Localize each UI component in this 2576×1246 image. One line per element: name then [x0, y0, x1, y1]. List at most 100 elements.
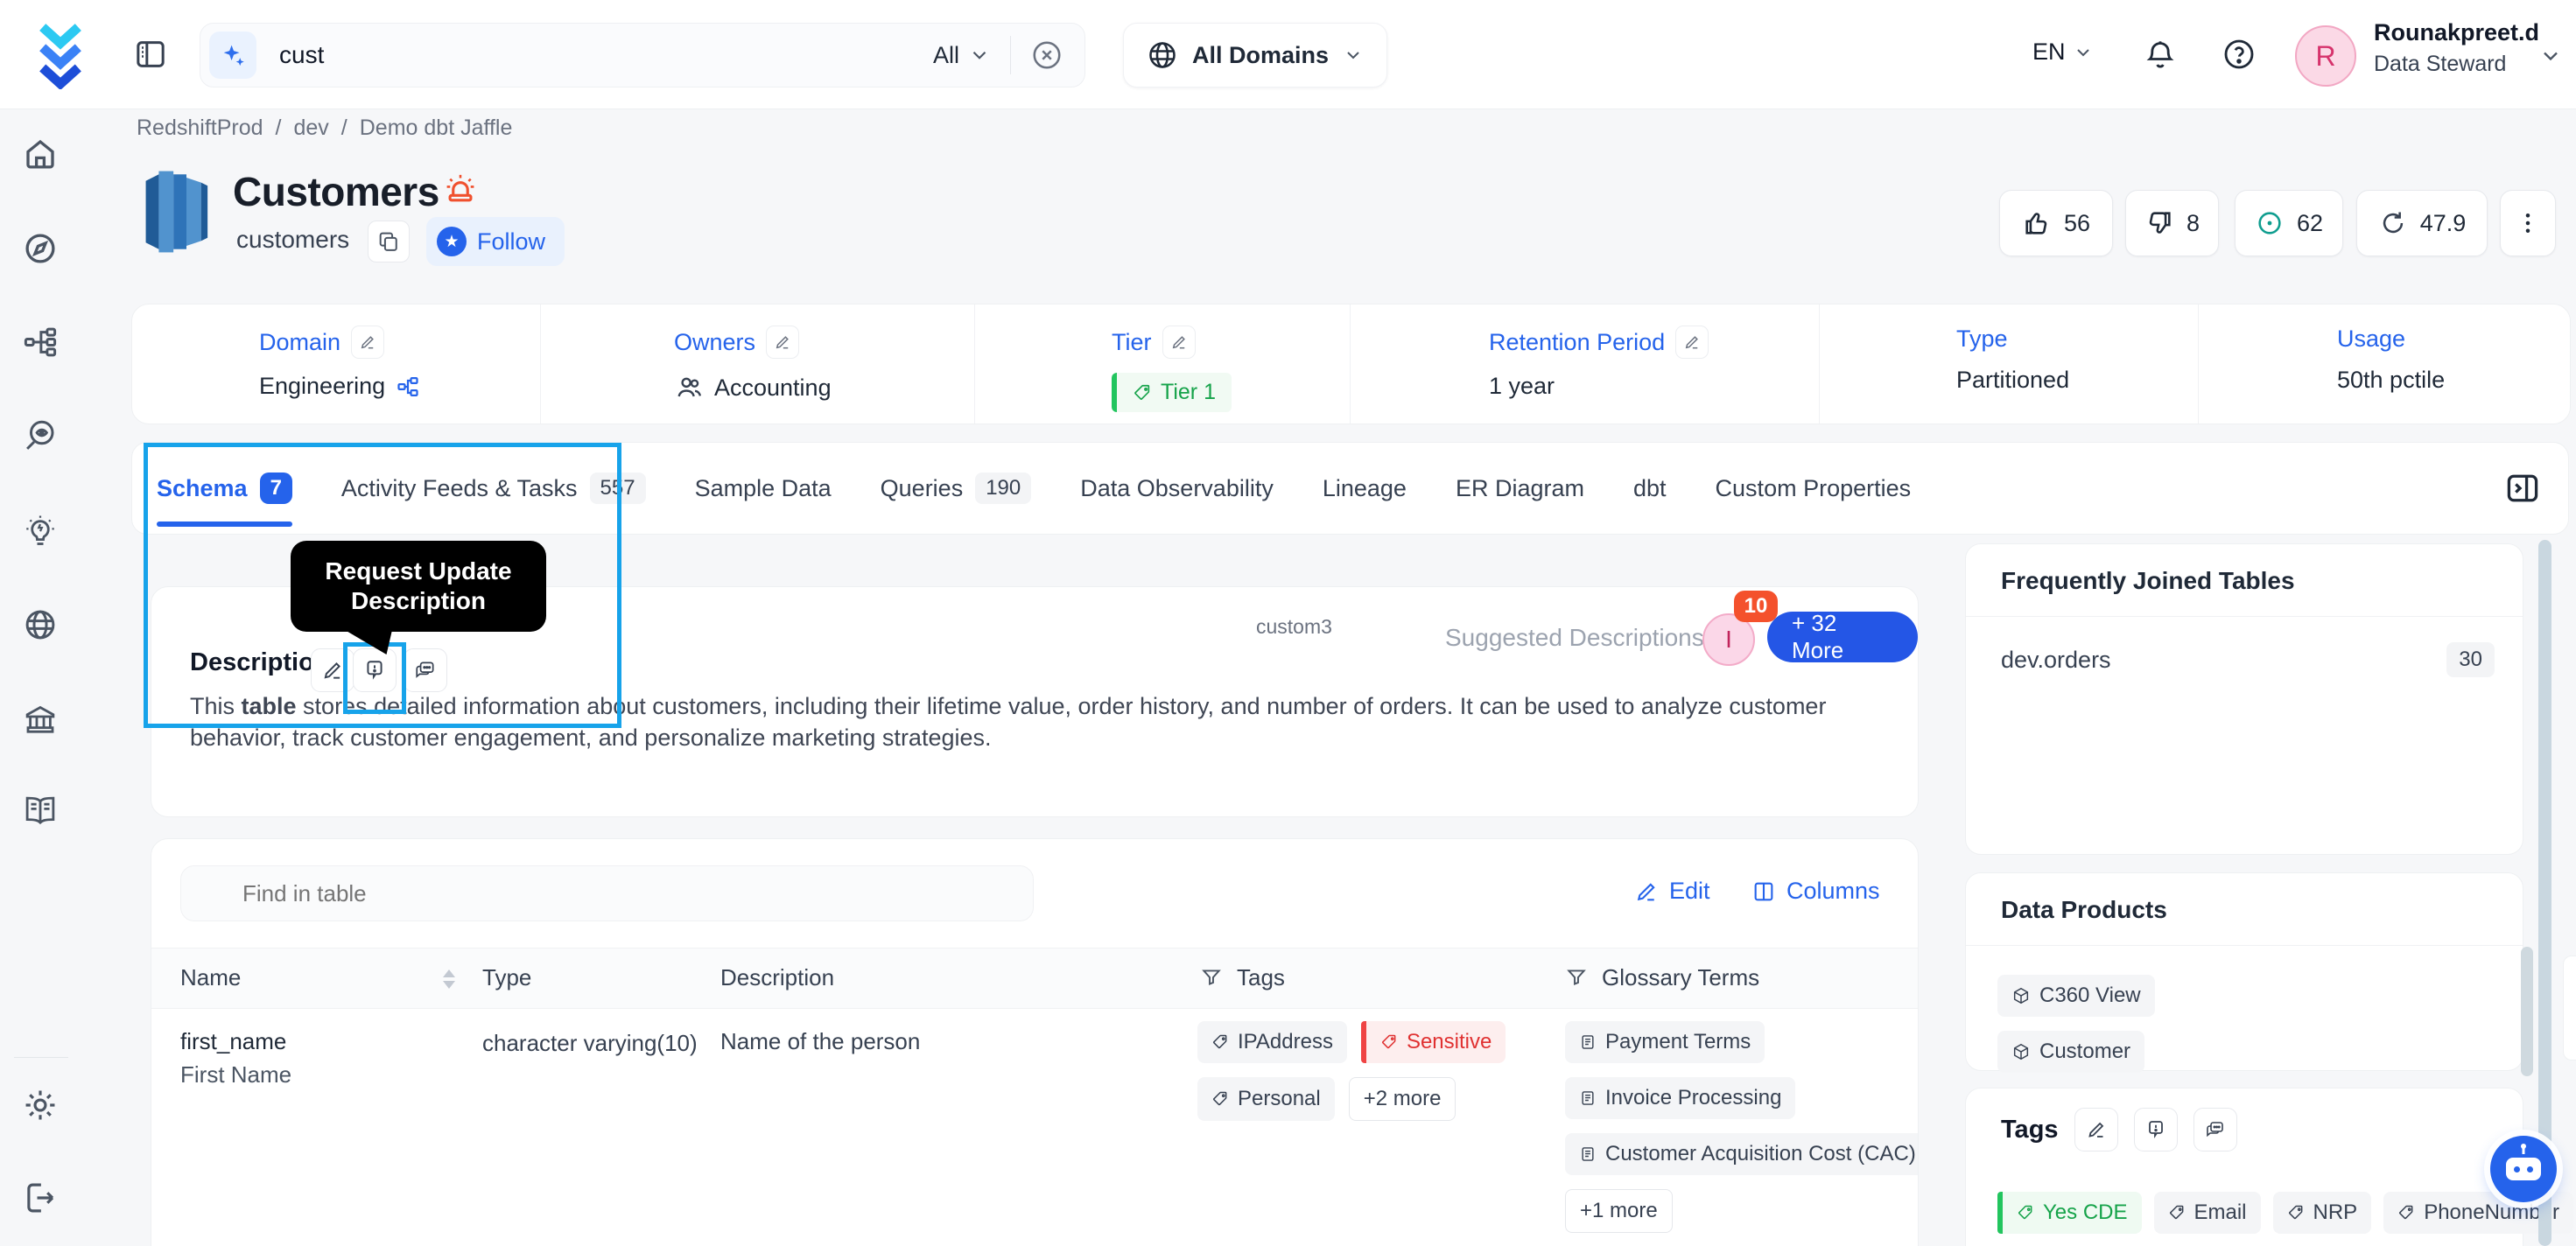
panel-scrollbar[interactable] — [2521, 947, 2533, 1076]
header-description[interactable]: Description — [720, 964, 834, 991]
tag-pill[interactable]: IPAddress — [1197, 1021, 1347, 1063]
copy-name-button[interactable] — [368, 220, 410, 262]
glossary-term-pill[interactable]: Customer Acquisition Cost (CAC) — [1565, 1133, 1918, 1175]
card-divider — [1966, 616, 2523, 617]
tag-pill-cde[interactable]: Yes CDE — [1997, 1192, 2142, 1234]
tag-comments-button[interactable] — [2193, 1108, 2237, 1152]
tag-pill[interactable]: NRP — [2272, 1192, 2372, 1234]
user-menu-chevron-icon[interactable] — [2538, 44, 2563, 68]
header-glossary-terms[interactable]: Glossary Terms — [1602, 964, 1759, 991]
global-search-bar[interactable]: cust All — [200, 23, 1085, 88]
request-tags-button[interactable] — [2133, 1108, 2178, 1152]
ai-sparkle-icon[interactable] — [209, 32, 256, 79]
tier-badge[interactable]: Tier 1 — [1112, 373, 1232, 412]
tab-queries[interactable]: Queries 190 — [881, 443, 1032, 534]
kebab-menu-button[interactable] — [2500, 190, 2556, 256]
breadcrumb-item-schema[interactable]: Demo dbt Jaffle — [360, 116, 513, 141]
sidebar-item-glossary[interactable] — [22, 793, 59, 830]
suggestion-count-badge: 10 — [1734, 591, 1778, 622]
column-name[interactable]: first_name — [180, 1028, 286, 1055]
collapse-panel-icon[interactable] — [2500, 466, 2545, 511]
columns-button[interactable]: Columns — [1751, 878, 1880, 905]
user-menu[interactable]: Rounakpreet.d Data Steward — [2374, 19, 2539, 77]
edit-table-button[interactable]: Edit — [1634, 878, 1710, 905]
metadata-owners: Owners Accounting — [540, 304, 974, 424]
edit-domain-button[interactable] — [351, 326, 385, 359]
sidebar-toggle-icon[interactable] — [133, 37, 168, 72]
downvotes-count: 8 — [2186, 209, 2200, 236]
card-divider — [1966, 945, 2523, 946]
owners-value[interactable]: Accounting — [714, 374, 832, 402]
tab-sample-data[interactable]: Sample Data — [695, 443, 832, 534]
data-product-pill[interactable]: Customer — [1997, 1031, 2145, 1073]
tab-er-diagram[interactable]: ER Diagram — [1456, 443, 1584, 534]
tab-data-observability[interactable]: Data Observability — [1080, 443, 1274, 534]
all-domains-dropdown[interactable]: All Domains — [1123, 23, 1388, 88]
find-in-table-input[interactable] — [180, 865, 1034, 921]
more-suggestions-button[interactable]: + 32 More — [1767, 610, 1918, 663]
edit-tier-button[interactable] — [1162, 326, 1196, 359]
domain-value[interactable]: Engineering — [259, 373, 385, 400]
help-icon[interactable] — [2222, 37, 2257, 72]
user-avatar[interactable]: R — [2295, 25, 2356, 87]
sidebar-item-settings[interactable] — [22, 1087, 59, 1124]
edit-owners-button[interactable] — [766, 326, 800, 359]
sidebar-item-logout[interactable] — [22, 1180, 59, 1216]
sidebar-item-insights[interactable] — [22, 513, 59, 550]
edit-description-button[interactable] — [311, 648, 354, 692]
pencil-icon — [1637, 882, 1655, 900]
ai-chatbot-button[interactable] — [2490, 1136, 2557, 1202]
tab-schema[interactable]: Schema 7 — [157, 443, 292, 534]
tag-pill[interactable]: Email — [2153, 1192, 2261, 1234]
notifications-bell-icon[interactable] — [2143, 37, 2178, 72]
alert-siren-icon — [441, 170, 480, 208]
more-tags-pill[interactable]: +2 more — [1348, 1077, 1456, 1121]
edit-retention-button[interactable] — [1675, 326, 1709, 359]
header-type[interactable]: Type — [482, 964, 531, 991]
columns-icon — [1754, 882, 1773, 900]
breadcrumb-item-database[interactable]: dev — [293, 116, 328, 141]
tag-icon — [1134, 384, 1150, 400]
tab-activity-feeds[interactable]: Activity Feeds & Tasks 557 — [341, 443, 646, 534]
data-product-pill[interactable]: C360 View — [1997, 975, 2155, 1017]
sidebar-item-discover[interactable] — [22, 230, 59, 267]
tab-dbt[interactable]: dbt — [1633, 443, 1667, 534]
column-tags: IPAddress Sensitive Personal +2 more — [1197, 1021, 1513, 1121]
user-name: Rounakpreet.d — [2374, 19, 2540, 46]
glossary-term-pill[interactable]: Invoice Processing — [1565, 1077, 1796, 1119]
glossary-term-pill[interactable]: Payment Terms — [1565, 1021, 1765, 1063]
joined-table-row[interactable]: dev.orders 30 — [2001, 642, 2495, 677]
upvotes-button[interactable]: 56 — [1999, 190, 2113, 256]
filter-tags-icon[interactable] — [1200, 966, 1223, 989]
downvotes-button[interactable]: 8 — [2125, 190, 2219, 256]
popularity-button[interactable]: 62 — [2235, 190, 2343, 256]
filter-glossary-icon[interactable] — [1565, 966, 1588, 989]
breadcrumb-item-connection[interactable]: RedshiftProd — [137, 116, 263, 141]
custom-attribute-label: custom3 — [1256, 615, 1332, 638]
header-name[interactable]: Name — [180, 964, 241, 991]
language-selector[interactable]: EN — [2032, 38, 2094, 66]
sidebar-item-products[interactable] — [22, 324, 59, 360]
clear-search-icon[interactable] — [1030, 38, 1063, 72]
tag-pill[interactable]: Personal — [1197, 1077, 1335, 1121]
sidebar-item-home[interactable] — [22, 136, 59, 172]
request-update-description-button[interactable] — [353, 648, 397, 692]
column-description[interactable]: Name of the person — [720, 1028, 920, 1055]
sidebar-item-web[interactable] — [22, 606, 59, 643]
tab-custom-properties[interactable]: Custom Properties — [1716, 443, 1912, 534]
search-scope-dropdown[interactable]: All — [933, 42, 991, 69]
tab-lineage[interactable]: Lineage — [1323, 443, 1407, 534]
sidebar-item-observability[interactable] — [22, 417, 59, 454]
sidebar-item-governance[interactable] — [22, 701, 59, 738]
sort-icon[interactable] — [443, 970, 455, 989]
tag-pill-sensitive[interactable]: Sensitive — [1360, 1021, 1506, 1063]
edit-tags-button[interactable] — [2074, 1108, 2118, 1152]
follow-button[interactable]: ★ Follow — [426, 217, 565, 266]
more-glossary-pill[interactable]: +1 more — [1565, 1189, 1673, 1233]
joined-table-name[interactable]: dev.orders — [2001, 647, 2111, 674]
comments-button[interactable] — [404, 648, 447, 692]
refresh-score-button[interactable]: 47.9 — [2356, 190, 2488, 256]
search-input-value[interactable]: cust — [279, 41, 324, 69]
header-tags[interactable]: Tags — [1237, 964, 1285, 991]
atlan-logo-icon[interactable] — [35, 21, 86, 89]
